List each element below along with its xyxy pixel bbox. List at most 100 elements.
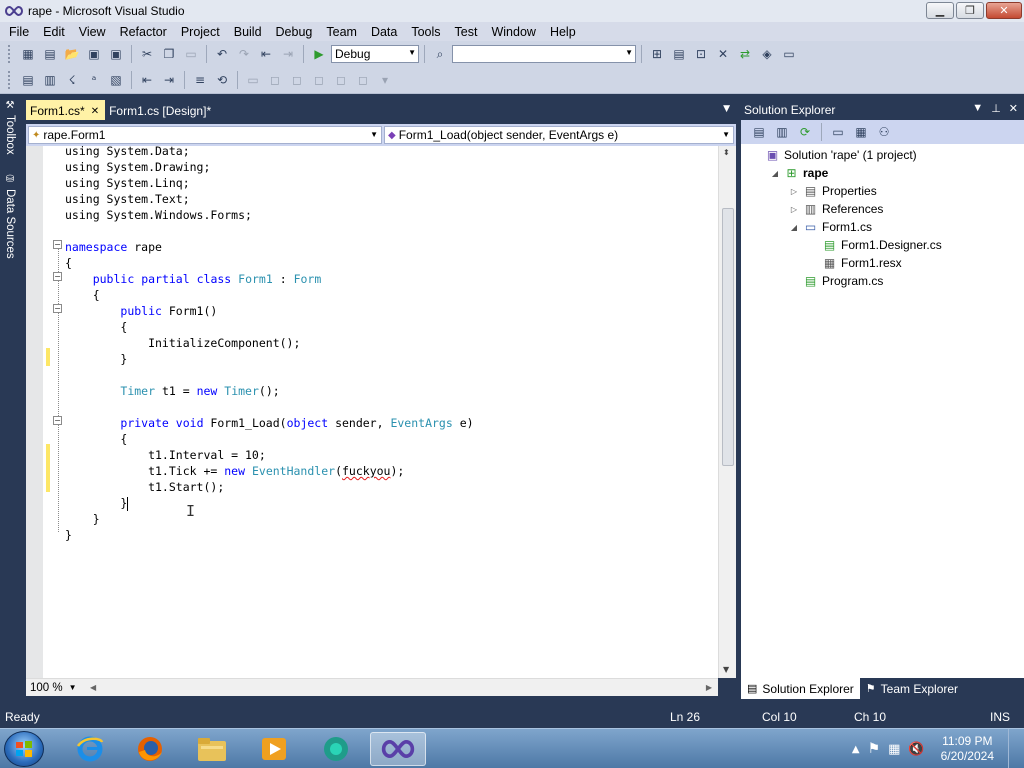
menu-refactor[interactable]: Refactor — [113, 25, 174, 39]
data-sources-tab[interactable]: ⛁ Data Sources — [2, 174, 18, 264]
menu-test[interactable]: Test — [448, 25, 485, 39]
previous-bookmark-icon[interactable]: ◻ — [265, 70, 285, 90]
code-line[interactable]: using System.Linq; — [65, 175, 474, 191]
menu-project[interactable]: Project — [174, 25, 227, 39]
tab-form1-cs[interactable]: Form1.cs* ✕ — [26, 100, 106, 120]
view-class-diagram-icon[interactable]: ⚇ — [874, 122, 894, 142]
increase-indent-icon[interactable]: ⇥ — [159, 70, 179, 90]
zoom-select[interactable]: 100 % ▼ — [26, 680, 86, 696]
solution-configuration-select[interactable]: Debug ▼ — [331, 45, 419, 63]
scroll-down-icon[interactable]: ▼ — [723, 665, 729, 674]
new-project-icon[interactable]: ▦ — [18, 44, 38, 64]
cut-icon[interactable]: ✂ — [137, 44, 157, 64]
command-window-icon[interactable]: ▭ — [779, 44, 799, 64]
properties-window-icon[interactable]: ▤ — [669, 44, 689, 64]
tree-item[interactable]: ▦ Form1.resx — [808, 254, 902, 272]
uncomment-lines-icon[interactable]: ⟲ — [212, 70, 232, 90]
add-item-icon[interactable]: ▤ — [40, 44, 60, 64]
code-editor[interactable]: − − − − using System.Data; using System.D… — [26, 146, 718, 678]
code-line[interactable]: Timer t1 = new Timer(); — [65, 383, 474, 399]
member-select[interactable]: ◆ Form1_Load(object sender, EventArgs e)… — [384, 126, 734, 144]
find-combo[interactable]: ▼ — [452, 45, 636, 63]
display-quick-info-icon[interactable]: ☇ — [62, 70, 82, 90]
editor-vertical-scrollbar[interactable]: ⬍ ▼ — [718, 146, 736, 678]
visual-studio-icon[interactable] — [370, 732, 426, 766]
code-line[interactable]: t1.Start(); — [65, 479, 474, 495]
clock[interactable]: 11:09 PM 6/20/2024 — [941, 734, 994, 764]
code-line[interactable]: } — [65, 351, 474, 367]
view-code-icon[interactable]: ▭ — [828, 122, 848, 142]
show-all-files-icon[interactable]: ▥ — [772, 122, 792, 142]
code-line[interactable]: using System.Data; — [65, 146, 474, 159]
navigate-backward-icon[interactable]: ⇤ — [256, 44, 276, 64]
menu-team[interactable]: Team — [319, 25, 364, 39]
menu-tools[interactable]: Tools — [404, 25, 447, 39]
code-line[interactable] — [65, 223, 474, 239]
tree-item[interactable]: ▤ Form1.Designer.cs — [808, 236, 942, 254]
code-line[interactable]: t1.Tick += new EventHandler(fuckyou); — [65, 463, 474, 479]
show-hidden-icons-icon[interactable]: ▲ — [852, 744, 860, 755]
previous-bookmark-folder-icon[interactable]: ◻ — [309, 70, 329, 90]
collapse-constructor-icon[interactable]: − — [53, 304, 62, 313]
scroll-left-icon[interactable]: ◀ — [90, 683, 96, 692]
tree-item[interactable]: ▷ ▥ References — [789, 200, 883, 218]
code-line[interactable]: } — [65, 495, 474, 511]
toggle-bookmark-icon[interactable]: ▭ — [243, 70, 263, 90]
collapse-arrow-icon[interactable]: ◢ — [789, 223, 799, 232]
menu-edit[interactable]: Edit — [36, 25, 72, 39]
expand-arrow-icon[interactable]: ▷ — [789, 205, 799, 214]
properties-icon[interactable]: ▤ — [749, 122, 769, 142]
object-browser-icon[interactable]: ⊡ — [691, 44, 711, 64]
menu-view[interactable]: View — [72, 25, 113, 39]
collapse-method-icon[interactable]: − — [53, 416, 62, 425]
tab-form1-design[interactable]: Form1.cs [Design]* — [105, 100, 217, 120]
undo-icon[interactable]: ↶ — [212, 44, 232, 64]
open-file-icon[interactable]: 📂 — [62, 44, 82, 64]
firefox-icon[interactable] — [122, 732, 178, 766]
next-bookmark-icon[interactable]: ◻ — [287, 70, 307, 90]
code-line[interactable]: private void Form1_Load(object sender, E… — [65, 415, 473, 431]
save-all-icon[interactable]: ▣ — [106, 44, 126, 64]
code-line[interactable]: { — [65, 319, 474, 335]
tab-solution-explorer[interactable]: ▤ Solution Explorer — [741, 678, 860, 699]
menu-window[interactable]: Window — [484, 25, 542, 39]
refresh-icon[interactable]: ⟳ — [795, 122, 815, 142]
code-line[interactable]: { — [65, 255, 474, 271]
window-position-dropdown-icon[interactable]: ▼ — [972, 102, 983, 115]
complete-word-icon[interactable]: ▧ — [106, 70, 126, 90]
code-line[interactable]: t1.Interval = 10; — [65, 447, 474, 463]
toolbox-toolbar-icon[interactable]: ✕ — [713, 44, 733, 64]
toolbox-tab[interactable]: ⚒ Toolbox — [2, 100, 18, 170]
toolbar-grip[interactable] — [8, 45, 12, 63]
paste-icon[interactable]: ▭ — [181, 44, 201, 64]
collapse-class-icon[interactable]: − — [53, 272, 62, 281]
indicator-margin[interactable] — [26, 146, 43, 678]
code-line[interactable] — [65, 399, 474, 415]
start-page-icon[interactable]: ⇄ — [735, 44, 755, 64]
toolbar-grip[interactable] — [8, 71, 12, 89]
view-designer-icon[interactable]: ▦ — [851, 122, 871, 142]
tree-item[interactable]: ▣ Solution 'rape' (1 project) — [751, 146, 917, 164]
network-icon[interactable]: ▦ — [888, 742, 900, 757]
clear-bookmarks-icon[interactable]: ◻ — [353, 70, 373, 90]
active-files-dropdown-icon[interactable]: ▼ — [723, 104, 730, 114]
solution-explorer-toolbar-icon[interactable]: ⊞ — [647, 44, 667, 64]
code-line[interactable]: using System.Drawing; — [65, 159, 474, 175]
menu-data[interactable]: Data — [364, 25, 404, 39]
type-select[interactable]: ✦ rape.Form1 ▼ — [28, 126, 382, 144]
tree-item[interactable]: ▷ ▤ Properties — [789, 182, 877, 200]
start-debugging-icon[interactable]: ▶ — [309, 44, 329, 64]
collapse-arrow-icon[interactable]: ◢ — [770, 169, 780, 178]
menu-build[interactable]: Build — [227, 25, 269, 39]
tree-item[interactable]: ◢ ▭ Form1.cs — [789, 218, 872, 236]
maximize-button[interactable]: ❐ — [956, 2, 984, 19]
display-parameter-info-icon[interactable]: ▥ — [40, 70, 60, 90]
close-button[interactable]: ✕ — [986, 2, 1022, 19]
navigate-forward-icon[interactable]: ⇥ — [278, 44, 298, 64]
code-line[interactable]: } — [65, 527, 474, 543]
menu-help[interactable]: Help — [543, 25, 583, 39]
close-tab-icon[interactable]: ✕ — [91, 106, 99, 117]
file-explorer-icon[interactable] — [184, 732, 240, 766]
show-desktop-button[interactable] — [1008, 729, 1020, 768]
save-icon[interactable]: ▣ — [84, 44, 104, 64]
